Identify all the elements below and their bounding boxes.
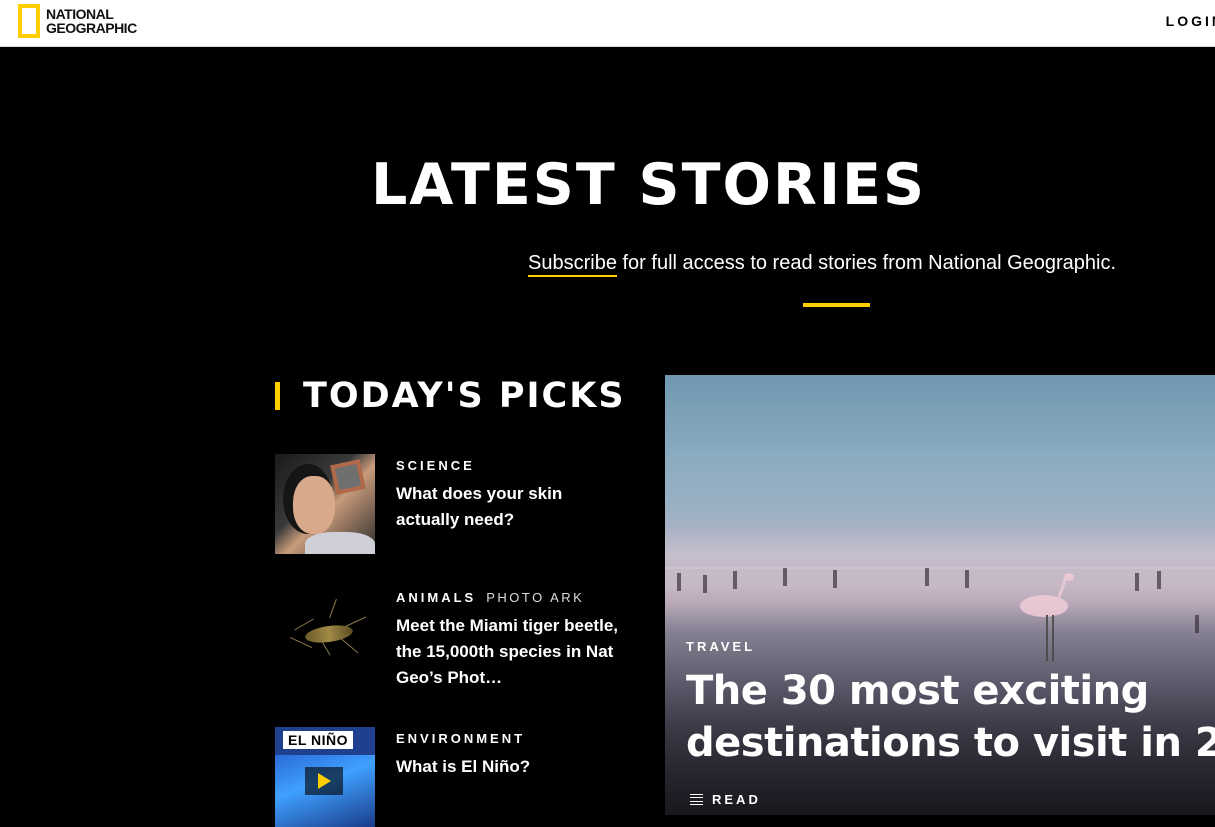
feature-image-waterline xyxy=(665,567,1215,569)
natgeo-logo[interactable]: NATIONAL GEOGRAPHIC xyxy=(18,3,137,39)
pick-category[interactable]: ANIMALS xyxy=(396,590,476,605)
pick-item-skin[interactable]: SCIENCE What does your skin actually nee… xyxy=(275,454,635,554)
feature-story-card[interactable]: TRAVEL The 30 most exciting destinations… xyxy=(665,375,1215,815)
thumb-shape xyxy=(305,532,375,554)
pick-thumbnail-beetle[interactable] xyxy=(275,586,375,686)
thumb-shape xyxy=(317,773,331,789)
site-header: NATIONAL GEOGRAPHIC LOGIN xyxy=(0,0,1215,47)
login-button[interactable]: LOGIN xyxy=(1166,13,1215,29)
yellow-border-icon xyxy=(18,4,40,38)
pick-meta: SCIENCE xyxy=(396,458,626,473)
thumb-shape xyxy=(1135,573,1139,591)
thumb-shape xyxy=(965,570,969,588)
todays-picks-heading: TODAY'S PICKS xyxy=(275,376,626,416)
todays-picks-title: TODAY'S PICKS xyxy=(303,376,626,416)
thumb-shape xyxy=(925,568,929,586)
thumb-shape xyxy=(690,794,703,795)
pick-headline[interactable]: What is El Niño? xyxy=(396,754,626,780)
play-icon[interactable] xyxy=(305,767,343,795)
pick-category[interactable]: SCIENCE xyxy=(396,458,475,473)
page-title: LATEST STORIES xyxy=(0,152,1215,218)
pick-item-beetle[interactable]: ANIMALS PHOTO ARK Meet the Miami tiger b… xyxy=(275,586,635,691)
heading-accent-bar xyxy=(275,382,280,410)
pick-meta: ANIMALS PHOTO ARK xyxy=(396,590,626,605)
logo-wordmark: NATIONAL GEOGRAPHIC xyxy=(46,7,137,35)
pick-headline[interactable]: What does your skin actually need? xyxy=(396,481,626,533)
thumb-shape xyxy=(690,803,703,805)
pick-body: ENVIRONMENT What is El Niño? xyxy=(396,727,626,827)
thumb-shape xyxy=(294,618,314,631)
thumb-shape xyxy=(733,571,737,589)
title-divider xyxy=(803,303,870,307)
thumb-shape xyxy=(330,459,366,495)
thumb-shape xyxy=(1064,573,1074,581)
thumb-shape xyxy=(833,570,837,588)
feature-category[interactable]: TRAVEL xyxy=(686,639,755,654)
logo-line-1: NATIONAL xyxy=(46,6,114,22)
pick-body: SCIENCE What does your skin actually nee… xyxy=(396,454,626,554)
article-lines-icon xyxy=(690,794,703,805)
subscribe-link[interactable]: Subscribe xyxy=(528,252,617,277)
feature-image-haze xyxy=(665,525,1215,585)
subscribe-message-text: for full access to read stories from Nat… xyxy=(616,252,1117,274)
thumb-shape xyxy=(783,568,787,586)
feature-headline[interactable]: The 30 most exciting destinations to vis… xyxy=(686,665,1215,769)
read-button[interactable]: READ xyxy=(690,792,761,807)
pick-headline[interactable]: Meet the Miami tiger beetle, the 15,000t… xyxy=(396,613,626,691)
pick-thumbnail-skin[interactable] xyxy=(275,454,375,554)
thumb-shape xyxy=(677,573,681,591)
thumb-shape xyxy=(690,797,703,799)
thumb-shape xyxy=(1157,571,1161,589)
thumb-shape xyxy=(690,800,703,802)
pick-thumbnail-el-nino[interactable]: EL NIÑO xyxy=(275,727,375,827)
pick-category[interactable]: ENVIRONMENT xyxy=(396,731,525,746)
pick-item-el-nino[interactable]: EL NIÑO ENVIRONMENT What is El Niño? xyxy=(275,727,635,827)
pick-body: ANIMALS PHOTO ARK Meet the Miami tiger b… xyxy=(396,586,626,691)
pick-subcategory[interactable]: PHOTO ARK xyxy=(486,590,584,605)
pick-meta: ENVIRONMENT xyxy=(396,731,626,746)
subscribe-message: Subscribe for full access to read storie… xyxy=(528,252,1117,277)
thumb-label: EL NIÑO xyxy=(283,731,354,749)
thumb-shape xyxy=(293,476,335,534)
thumb-shape xyxy=(329,598,337,619)
thumb-shape xyxy=(703,575,707,593)
logo-line-2: GEOGRAPHIC xyxy=(46,20,137,36)
read-label[interactable]: READ xyxy=(712,792,761,807)
page-title-text: LATEST STORIES xyxy=(370,152,927,218)
